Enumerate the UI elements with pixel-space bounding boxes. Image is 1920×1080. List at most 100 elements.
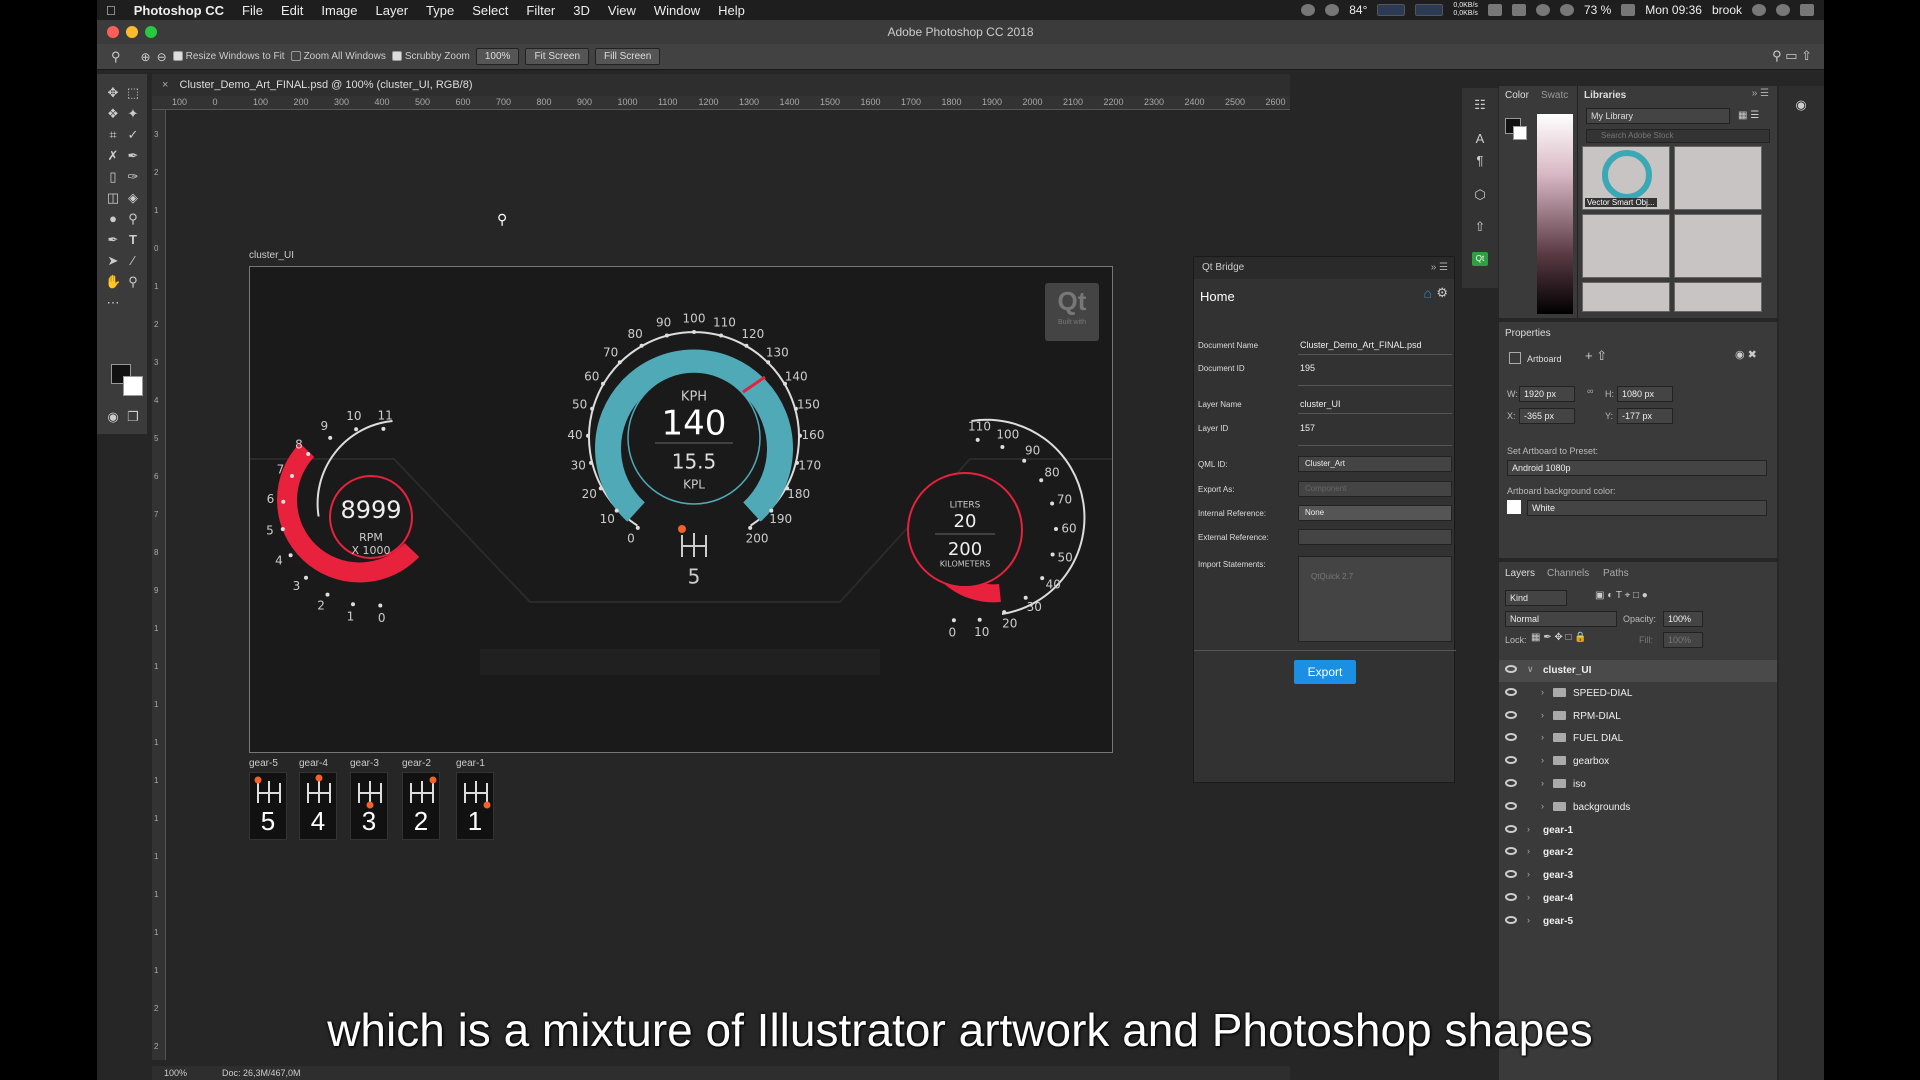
expand-chevron-icon[interactable]: ›: [1527, 824, 1530, 834]
y-input[interactable]: -177 px: [1617, 408, 1673, 424]
gear-artboard[interactable]: 4: [299, 772, 337, 840]
layer-filter-icons[interactable]: ▣ ◐ T ⌖ □ ●: [1595, 590, 1648, 601]
visibility-eye-icon[interactable]: [1505, 801, 1517, 810]
layer-row[interactable]: › gearbox: [1499, 751, 1777, 773]
expand-chevron-icon[interactable]: ›: [1541, 778, 1544, 788]
dodge-tool-icon[interactable]: ⚲: [125, 212, 141, 226]
gear-label[interactable]: gear-5: [249, 758, 278, 769]
menu-layer[interactable]: Layer: [367, 3, 418, 18]
paint-bucket-icon[interactable]: ◈: [125, 191, 141, 205]
internal-reference-select[interactable]: None: [1298, 505, 1452, 521]
layer-row[interactable]: › SPEED-DIAL: [1499, 683, 1777, 705]
gear-label[interactable]: gear-4: [299, 758, 328, 769]
layer-row[interactable]: › backgrounds: [1499, 797, 1777, 819]
visibility-eye-icon[interactable]: [1505, 710, 1517, 719]
bg-color-swatch[interactable]: [1507, 500, 1521, 514]
battery-icon[interactable]: [1621, 4, 1636, 16]
menu-view[interactable]: View: [599, 3, 645, 18]
panel-menu-icon[interactable]: » ☰: [1752, 88, 1769, 99]
visibility-eye-icon[interactable]: [1505, 847, 1517, 856]
document-tab[interactable]: × Cluster_Demo_Art_FINAL.psd @ 100% (clu…: [152, 74, 1290, 96]
learn-panel-icon[interactable]: ◉: [1793, 98, 1809, 112]
expand-chevron-icon[interactable]: ›: [1527, 846, 1530, 856]
x-input[interactable]: -365 px: [1519, 408, 1575, 424]
resize-windows-option[interactable]: Resize Windows to Fit: [172, 51, 285, 62]
brush-tool-icon[interactable]: ✒: [125, 149, 141, 163]
grid-view-icon[interactable]: ▦ ☰: [1738, 110, 1759, 121]
marquee-tool-icon[interactable]: ⬚: [125, 86, 141, 100]
visibility-eye-icon[interactable]: [1505, 733, 1517, 742]
magic-wand-icon[interactable]: ✦: [125, 107, 141, 121]
opacity-input[interactable]: 100%: [1663, 611, 1703, 627]
layer-row[interactable]: › gear-2: [1499, 842, 1777, 864]
healing-tool-icon[interactable]: ✗: [105, 149, 121, 163]
menu-type[interactable]: Type: [417, 3, 463, 18]
notification-center-icon[interactable]: [1800, 4, 1814, 16]
layer-row[interactable]: › iso: [1499, 774, 1777, 796]
home-icon[interactable]: ⌂: [1424, 285, 1432, 301]
resize-windows-checkbox[interactable]: [172, 51, 183, 62]
menu-window[interactable]: Window: [645, 3, 709, 18]
visibility-eye-icon[interactable]: [1505, 687, 1517, 696]
line-tool-icon[interactable]: ∕: [125, 254, 141, 268]
scrubby-zoom-option[interactable]: Scrubby Zoom: [391, 51, 470, 62]
visibility-eye-icon[interactable]: [1505, 824, 1517, 833]
layer-row[interactable]: › gear-1: [1499, 820, 1777, 842]
expand-chevron-icon[interactable]: ›: [1541, 710, 1544, 720]
libraries-title[interactable]: Libraries: [1584, 90, 1626, 101]
tab-layers[interactable]: Layers: [1505, 568, 1535, 579]
user-name[interactable]: brook: [1712, 3, 1742, 17]
properties-title[interactable]: Properties: [1505, 328, 1551, 339]
visibility-eye-icon[interactable]: [1505, 756, 1517, 765]
screen-mode-icon[interactable]: ❐: [125, 410, 141, 424]
visibility-eye-icon[interactable]: [1505, 870, 1517, 879]
gear-artboard[interactable]: 5: [249, 772, 287, 840]
history-brush-icon[interactable]: ✑: [125, 170, 141, 184]
export-panel-icon[interactable]: ⇧: [1472, 220, 1488, 234]
background-color-swatch[interactable]: [123, 376, 143, 396]
panel-menu-icon[interactable]: » ☰: [1431, 257, 1448, 279]
layer-row[interactable]: › FUEL DIAL: [1499, 728, 1777, 750]
fill-screen-button[interactable]: Fill Screen: [595, 48, 661, 65]
color-ramp[interactable]: [1537, 114, 1573, 314]
eraser-tool-icon[interactable]: ◫: [105, 191, 121, 205]
expand-chevron-icon[interactable]: ›: [1541, 801, 1544, 811]
crop-tool-icon[interactable]: ⌗: [105, 128, 121, 142]
3d-panel-icon[interactable]: ⬡: [1472, 188, 1488, 202]
expand-chevron-icon[interactable]: ›: [1527, 915, 1530, 925]
library-item[interactable]: [1674, 214, 1762, 278]
eyedropper-icon[interactable]: ✓: [125, 128, 141, 142]
library-select[interactable]: My Library: [1586, 108, 1730, 124]
visibility-eye-icon[interactable]: [1505, 893, 1517, 901]
pen-tool-icon[interactable]: ✒: [105, 233, 121, 247]
preset-select[interactable]: Android 1080p: [1507, 460, 1767, 476]
tab-color[interactable]: Color: [1505, 90, 1529, 101]
menu-help[interactable]: Help: [709, 3, 754, 18]
library-item[interactable]: [1582, 282, 1670, 312]
expand-chevron-icon[interactable]: ›: [1541, 687, 1544, 697]
tab-paths[interactable]: Paths: [1603, 568, 1629, 579]
close-tab-icon[interactable]: ×: [162, 79, 168, 91]
gear-artboard[interactable]: 3: [350, 772, 388, 840]
menu-3d[interactable]: 3D: [564, 3, 599, 18]
zoom-all-option[interactable]: Zoom All Windows: [290, 51, 386, 62]
library-item[interactable]: [1674, 146, 1762, 210]
hand-tool-icon[interactable]: ✋: [105, 275, 121, 289]
artboard-label[interactable]: cluster_UI: [249, 250, 294, 261]
gear-label[interactable]: gear-1: [456, 758, 485, 769]
battery-readout[interactable]: 73 %: [1584, 3, 1611, 17]
status-doc-size[interactable]: Doc: 26,3M/467,0M: [222, 1066, 301, 1080]
menu-file[interactable]: File: [233, 3, 272, 18]
zoom-window-icon[interactable]: [145, 26, 157, 38]
external-reference-input[interactable]: [1298, 529, 1452, 545]
move-tool-icon[interactable]: ✥: [105, 86, 121, 100]
delete-icon[interactable]: ◉ ✖: [1735, 348, 1757, 361]
export-button[interactable]: Export: [1294, 660, 1356, 684]
fit-screen-button[interactable]: Fit Screen: [525, 48, 590, 65]
width-input[interactable]: 1920 px: [1519, 386, 1575, 402]
menu-filter[interactable]: Filter: [517, 3, 564, 18]
minimize-window-icon[interactable]: [126, 26, 138, 38]
scrubby-zoom-checkbox[interactable]: [391, 51, 402, 62]
more-tools-icon[interactable]: ⋯: [105, 296, 121, 310]
expand-chevron-icon[interactable]: ∨: [1527, 664, 1534, 675]
